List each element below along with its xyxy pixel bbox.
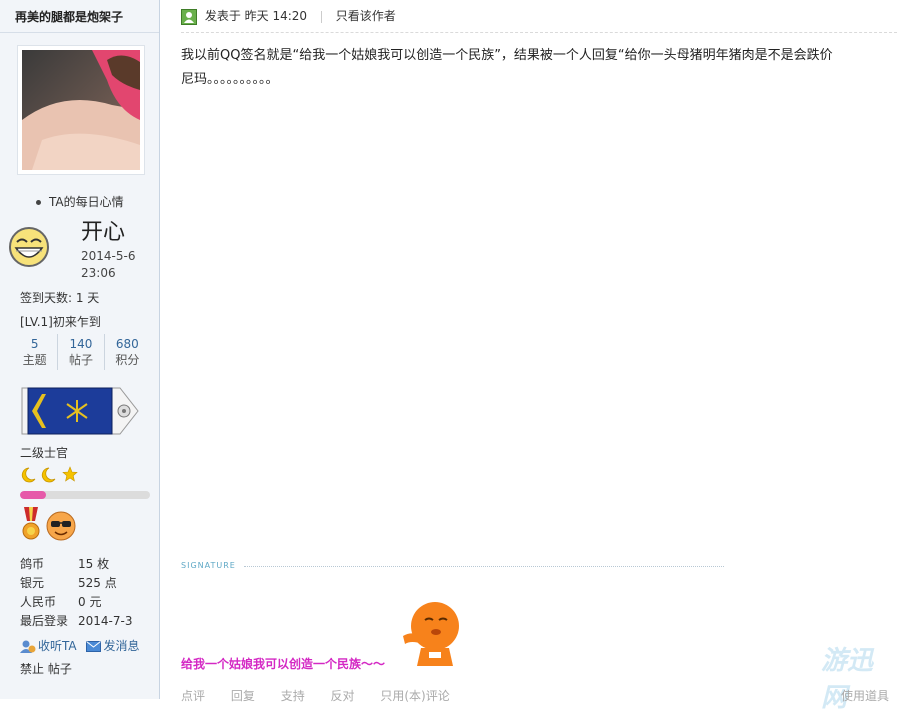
post-header: 发表于 昨天 14:20 只看该作者: [181, 6, 396, 28]
info-row: 人民币 0 元: [20, 595, 102, 609]
divider: [0, 32, 159, 33]
info-row: 银元 525 点: [20, 576, 117, 590]
post-text: 我以前QQ签名就是“给我一个姑娘我可以创造一个民族”，结果被一个人回复“给你一头…: [181, 48, 833, 63]
medals: [20, 507, 80, 546]
cartoon-emoticon-icon: [399, 596, 465, 671]
support-button[interactable]: 支持: [281, 689, 305, 703]
post-time: 发表于 昨天 14:20: [204, 9, 308, 23]
post-body: 我以前QQ签名就是“给我一个姑娘我可以创造一个民族”，结果被一个人回复“给你一头…: [181, 44, 897, 92]
info-row: 鸽币 15 枚: [20, 557, 110, 571]
ban-label[interactable]: 禁止 帖子: [20, 660, 72, 677]
avatar[interactable]: [17, 45, 145, 175]
stat-threads[interactable]: 5 主题: [12, 334, 57, 370]
cool-face-icon: [46, 511, 76, 541]
mood-value: 开心: [81, 220, 126, 245]
signature-label: SIGNATURE: [181, 561, 236, 570]
author-name[interactable]: 再美的腿都是炮架子: [15, 8, 123, 25]
grin-face-icon: [8, 226, 50, 271]
post-content-area: 发表于 昨天 14:20 只看该作者 我以前QQ签名就是“给我一个姑娘我可以创造…: [161, 0, 897, 713]
stat-points[interactable]: 680 积分: [103, 334, 150, 370]
envelope-icon: [86, 641, 102, 652]
rate-button[interactable]: 点评: [181, 689, 205, 703]
author-sidebar: 再美的腿都是炮架子 TA的每日心情 开心 2014-5-6 23:06 签到天数…: [0, 0, 160, 699]
signature-divider: [244, 566, 724, 567]
moon-icon: [41, 467, 56, 483]
user-actions: 收听TA 发消息: [20, 637, 145, 654]
send-message-button[interactable]: 发消息: [86, 639, 139, 653]
follow-user-icon: [20, 640, 36, 653]
follow-button[interactable]: 收听TA: [20, 639, 80, 653]
mood-heading: TA的每日心情: [36, 193, 124, 210]
user-level[interactable]: [LV.1]初来乍到: [20, 313, 101, 330]
moon-icon: [21, 467, 36, 483]
author-only-link[interactable]: 只看该作者: [336, 9, 396, 23]
user-stats: 5 主题 140 帖子 680 积分: [12, 334, 150, 370]
oppose-button[interactable]: 反对: [331, 689, 355, 703]
use-item-button[interactable]: 使用道具: [841, 687, 889, 704]
user-info: 鸽币 15 枚 银元 525 点 人民币 0 元 最后登录 2014-7-3: [20, 555, 132, 631]
info-row: 最后登录 2014-7-3: [20, 614, 133, 628]
signin-days: 签到天数: 1 天: [20, 291, 100, 305]
post-text: 尼玛。。。。。。。。。。: [181, 72, 279, 87]
stat-posts[interactable]: 140 帖子: [57, 334, 103, 370]
level-stars: [20, 466, 80, 487]
mood-timestamp: 2014-5-6 23:06: [81, 249, 136, 280]
online-user-icon: [181, 8, 197, 25]
signature-text: 给我一个姑娘我可以创造一个民族～～: [181, 657, 386, 671]
rank-badge-icon: [20, 386, 140, 439]
reply-button[interactable]: 回复: [231, 689, 255, 703]
comment-button[interactable]: 只用(本)评论: [380, 689, 449, 703]
medal-icon: [22, 507, 40, 540]
divider: [181, 32, 897, 33]
post-action-bar: 点评 回复 支持 反对 只用(本)评论 使用道具: [181, 687, 897, 704]
star-icon: [62, 466, 78, 482]
level-progress-bar: [20, 491, 150, 499]
rank-title: 二级士官: [20, 446, 69, 460]
